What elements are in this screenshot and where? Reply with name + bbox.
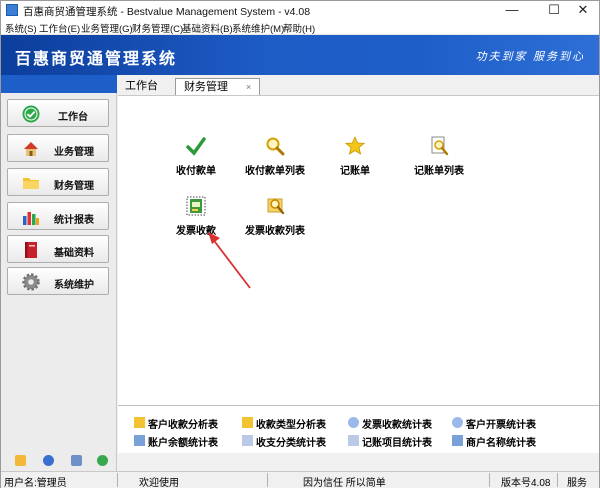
finance-workspace: 收付款单 收付款单列表 记账单 记账单列表 发票收款 发票收款列表 (118, 95, 599, 405)
menu-maintenance[interactable]: 系统维护(M) (232, 21, 284, 35)
header-banner: 百惠商贸通管理系统 功夫到家 服务到心 (1, 35, 599, 75)
app-icon (6, 4, 18, 16)
report-label: 商户名称统计表 (466, 438, 536, 449)
refresh-icon[interactable] (97, 455, 108, 466)
folder-icon (23, 178, 39, 189)
document-icon (242, 435, 253, 446)
status-divider (117, 473, 118, 487)
report-label: 发票收款统计表 (362, 420, 432, 431)
sidebar-item-finance[interactable]: 财务管理 (7, 168, 109, 196)
menu-bar: 系统(S) 工作台(E) 业务管理(G) 财务管理(C) 基础资料(B) 系统维… (1, 19, 599, 35)
tile-label: 收付款单 (176, 166, 216, 177)
star-icon (345, 136, 365, 155)
report-label: 收款类型分析表 (256, 420, 326, 431)
sidebar-shortcuts (1, 453, 117, 471)
status-version: 版本号4.08 (501, 478, 551, 489)
menu-business[interactable]: 业务管理(G) (81, 21, 133, 35)
account-icon (134, 435, 145, 446)
tile-journal-list[interactable]: 记账单列表 (399, 136, 479, 186)
report-label: 记账项目统计表 (362, 438, 432, 449)
clock-icon[interactable] (43, 455, 54, 466)
sidebar-item-label: 系统维护 (54, 280, 94, 291)
gear-icon (22, 273, 40, 291)
status-divider (557, 473, 558, 487)
app-window: 百惠商贸通管理系统 - Bestvalue Management System … (0, 0, 600, 489)
report-label: 客户收款分析表 (148, 420, 218, 431)
checkmark-icon (186, 137, 206, 156)
sidebar-item-label: 工作台 (58, 112, 88, 123)
folder-icon (134, 417, 145, 428)
tile-receipt-payment-list[interactable]: 收付款单列表 (235, 136, 315, 186)
tab-finance[interactable]: 财务管理 × (175, 78, 261, 95)
tile-label: 记账单列表 (414, 166, 464, 177)
menu-system[interactable]: 系统(S) (5, 21, 37, 35)
sidebar-item-label: 财务管理 (54, 181, 94, 192)
annotation-arrow (208, 232, 251, 289)
sidebar-item-maintenance[interactable]: 系统维护 (7, 267, 109, 295)
menu-finance[interactable]: 财务管理(C) (132, 21, 183, 35)
merchant-icon (452, 435, 463, 446)
tile-journal[interactable]: 记账单 (315, 136, 395, 186)
bar-chart-icon (23, 212, 39, 225)
report-label: 收支分类统计表 (256, 438, 326, 449)
sidebar-item-reports[interactable]: 统计报表 (7, 202, 109, 230)
invoice-search-icon (267, 198, 285, 215)
status-extra: 服务 (567, 478, 587, 489)
tile-label: 收付款单列表 (245, 166, 305, 177)
tab-label: 财务管理 (184, 81, 228, 93)
tab-close-icon[interactable]: × (246, 82, 251, 92)
app-title: 百惠商贸通管理系统 (15, 49, 178, 68)
tab-strip: 工作台 财务管理 × (119, 78, 589, 96)
window-icon[interactable] (71, 455, 82, 466)
sidebar: 工作台 业务管理 财务管理 统计报表 基础资料 系统维护 (1, 75, 117, 471)
tab-workbench[interactable]: 工作台 (125, 78, 158, 95)
status-user: 用户名:管理员 (4, 478, 67, 489)
report-links: 客户收款分析表 收款类型分析表 发票收款统计表 客户开票统计表 账户余额统计表 … (118, 405, 599, 453)
report-label: 账户余额统计表 (148, 438, 218, 449)
list-icon (348, 435, 359, 446)
tile-label: 记账单 (340, 166, 370, 177)
search-doc-icon (431, 136, 449, 156)
close-button[interactable]: ✕ (568, 1, 598, 19)
maximize-button[interactable]: ☐ (539, 1, 569, 19)
sidebar-item-business[interactable]: 业务管理 (7, 134, 109, 162)
menu-help[interactable]: 帮助(H) (283, 21, 315, 35)
user-search-icon (452, 417, 463, 428)
title-bar: 百惠商贸通管理系统 - Bestvalue Management System … (1, 1, 599, 19)
tile-receipt-payment[interactable]: 收付款单 (156, 136, 236, 186)
sidebar-item-label: 业务管理 (54, 147, 94, 158)
sidebar-item-basic-data[interactable]: 基础资料 (7, 235, 109, 263)
status-welcome: 欢迎使用 (139, 478, 179, 489)
window-title: 百惠商贸通管理系统 - Bestvalue Management System … (23, 6, 311, 18)
status-motto: 因为信任 所以简单 (303, 478, 386, 489)
status-bar: 用户名:管理员 欢迎使用 因为信任 所以简单 版本号4.08 服务 (1, 471, 599, 489)
status-divider (489, 473, 490, 487)
status-divider (267, 473, 268, 487)
sidebar-header (1, 75, 117, 93)
note-icon[interactable] (15, 455, 26, 466)
magnifier-icon (266, 137, 285, 156)
sidebar-item-workbench[interactable]: 工作台 (7, 99, 109, 127)
search-icon (348, 417, 359, 428)
invoice-icon (186, 196, 206, 216)
book-icon (25, 242, 37, 258)
menu-basic-data[interactable]: 基础资料(B) (182, 21, 233, 35)
folder-icon (242, 417, 253, 428)
sidebar-item-label: 基础资料 (54, 248, 94, 259)
house-icon (24, 142, 38, 156)
sidebar-item-label: 统计报表 (54, 215, 94, 226)
minimize-button[interactable]: — (497, 1, 527, 19)
slogan: 功夫到家 服务到心 (475, 50, 585, 63)
menu-workbench[interactable]: 工作台(E) (39, 21, 80, 35)
report-label: 客户开票统计表 (466, 420, 536, 431)
check-circle-icon (22, 105, 40, 123)
